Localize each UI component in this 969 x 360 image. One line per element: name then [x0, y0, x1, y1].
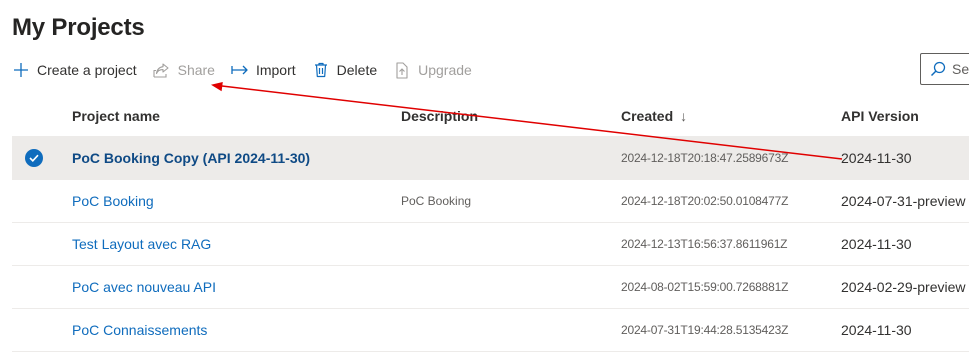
command-bar: Create a project Share Import Delete Upg… — [12, 56, 488, 84]
delete-label: Delete — [336, 62, 378, 78]
share-icon — [153, 61, 171, 79]
share-button[interactable]: Share — [153, 56, 215, 84]
page-title: My Projects — [12, 14, 145, 41]
table-row[interactable]: PoC Connaissements 2024-07-31T19:44:28.5… — [12, 309, 969, 352]
table-row[interactable]: Test Layout avec RAG 2024-12-13T16:56:37… — [12, 223, 969, 266]
table-row[interactable]: PoC Booking PoC Booking 2024-12-18T20:02… — [12, 180, 969, 223]
header-project-name-label: Project name — [72, 107, 160, 124]
create-project-button[interactable]: Create a project — [12, 56, 137, 84]
trash-icon — [312, 61, 330, 79]
project-name-link[interactable]: PoC Booking Copy (API 2024-11-30) — [72, 137, 310, 179]
header-api-version-label: API Version — [841, 107, 919, 124]
project-created: 2024-12-18T20:18:47.2589673Z — [621, 151, 789, 165]
projects-table: Project name Description Created ↓ API Ve… — [12, 94, 969, 352]
header-description-label: Description — [401, 107, 479, 124]
upgrade-label: Upgrade — [418, 62, 472, 78]
header-created-label: Created — [621, 107, 674, 124]
project-created: 2024-07-31T19:44:28.5135423Z — [621, 323, 789, 337]
plus-icon — [12, 61, 30, 79]
project-api-version: 2024-11-30 — [841, 150, 912, 166]
upgrade-button[interactable]: Upgrade — [393, 56, 472, 84]
header-description[interactable]: Description — [401, 94, 478, 137]
header-api-version[interactable]: API Version — [841, 94, 919, 137]
project-api-version: 2024-02-29-preview — [841, 279, 966, 295]
project-name-link[interactable]: PoC Connaissements — [72, 309, 207, 351]
create-project-label: Create a project — [37, 62, 137, 78]
project-api-version: 2024-07-31-preview — [841, 193, 966, 209]
search-icon — [930, 61, 946, 77]
sort-descending-icon: ↓ — [680, 107, 688, 124]
checkmark-icon — [25, 149, 43, 167]
table-row[interactable]: PoC Booking Copy (API 2024-11-30) 2024-1… — [12, 137, 969, 180]
import-label: Import — [255, 62, 296, 78]
project-description: PoC Booking — [401, 194, 472, 208]
project-created: 2024-08-02T15:59:00.7268881Z — [621, 280, 789, 294]
project-name-link[interactable]: PoC avec nouveau API — [72, 266, 216, 308]
project-api-version: 2024-11-30 — [841, 236, 912, 252]
import-icon — [231, 61, 249, 79]
project-name-link[interactable]: PoC Booking — [72, 180, 154, 222]
search-input[interactable]: Se — [920, 53, 969, 85]
header-project-name[interactable]: Project name — [72, 94, 160, 137]
table-row[interactable]: PoC avec nouveau API 2024-08-02T15:59:00… — [12, 266, 969, 309]
row-selected-checkbox[interactable] — [25, 137, 45, 179]
project-created: 2024-12-13T16:56:37.8611961Z — [621, 237, 788, 251]
header-created[interactable]: Created ↓ — [621, 94, 687, 137]
table-header: Project name Description Created ↓ API Ve… — [12, 94, 969, 137]
project-created: 2024-12-18T20:02:50.0108477Z — [621, 194, 789, 208]
delete-button[interactable]: Delete — [312, 56, 377, 84]
import-button[interactable]: Import — [231, 56, 296, 84]
share-label: Share — [177, 62, 215, 78]
project-name-link[interactable]: Test Layout avec RAG — [72, 223, 211, 265]
search-placeholder: Se — [952, 61, 969, 77]
project-api-version: 2024-11-30 — [841, 322, 912, 338]
upgrade-icon — [393, 61, 411, 79]
